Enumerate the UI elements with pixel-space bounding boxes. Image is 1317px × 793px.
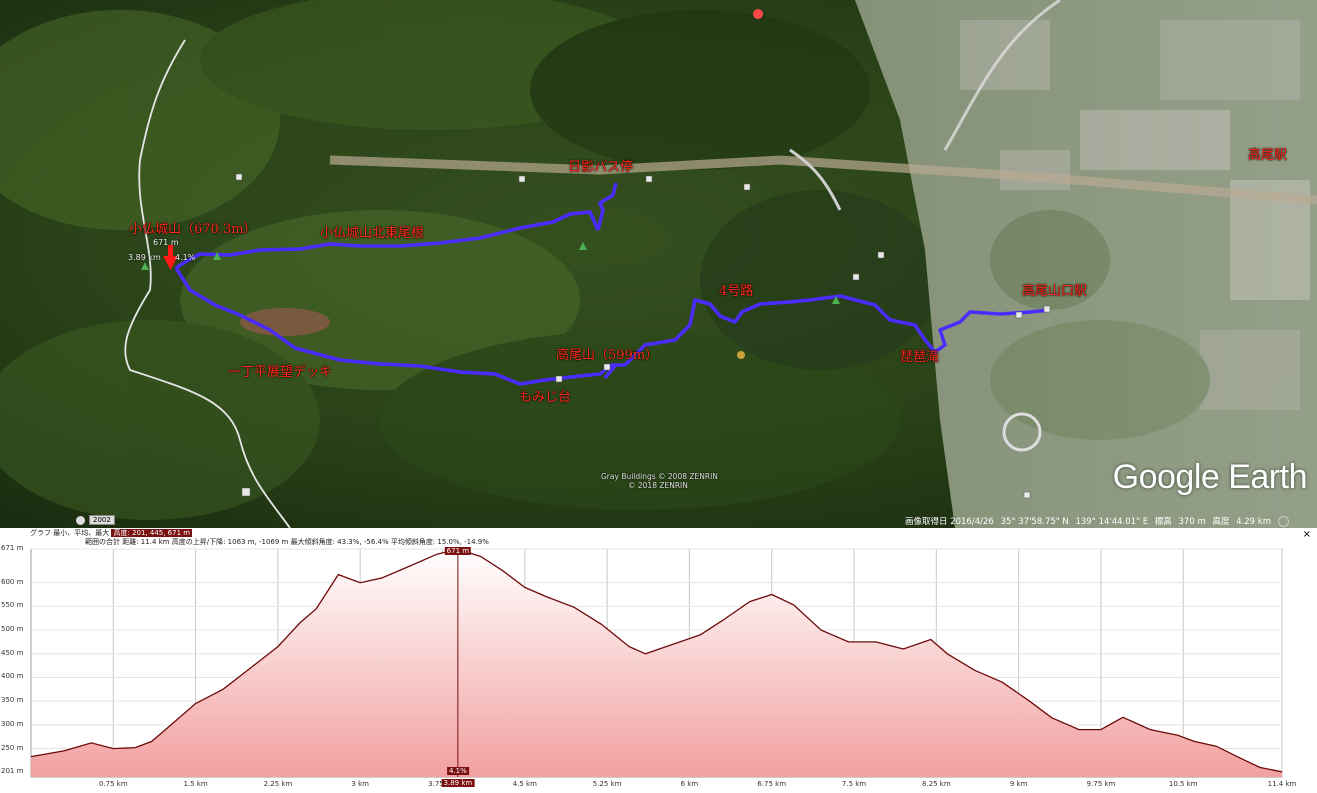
x-tick-label: 11.4 km <box>1267 780 1297 788</box>
x-tick-label: 10.5 km <box>1168 780 1198 788</box>
y-tick-label: 500 m <box>1 625 24 634</box>
eye-altitude-value: 4.29 km <box>1236 517 1271 527</box>
x-tick-label: 0.75 km <box>98 780 128 788</box>
marker-grade-badge: 4.1% <box>446 767 469 775</box>
elevation-profile-panel[interactable]: グラフ 最小、平均、最大 高度: 201, 445, 671 m 範囲の合計 距… <box>0 528 1317 793</box>
y-tick-label: 671 m <box>1 544 24 552</box>
marker-distance-badge: 3.89 km <box>441 779 475 787</box>
elevation-value: 370 m <box>1178 517 1206 527</box>
label-icchodaira: 一丁平展望デッキ <box>228 365 333 380</box>
label-takao-station: 高尾駅 <box>1248 148 1288 163</box>
label-bus-stop: 日影バス停 <box>568 160 634 175</box>
satellite-map-view[interactable]: 小仏城山（670.3m） 小仏城山北東尾根 日影バス停 高尾駅 高尾山口駅 4号… <box>0 0 1317 528</box>
y-tick-label: 550 m <box>1 601 24 610</box>
cursor-distance: 3.89 km <box>128 253 161 262</box>
profile-stats-prefix: グラフ 最小、平均、最大 <box>30 529 110 537</box>
cursor-elevation: 671 m <box>153 238 179 247</box>
close-profile-button[interactable]: × <box>1303 530 1311 540</box>
longitude: 139° 14'44.01" E <box>1075 517 1149 527</box>
temple-icon <box>737 351 745 359</box>
google-earth-logo: Google Earth <box>1112 458 1308 496</box>
x-tick-label: 2.25 km <box>263 780 293 788</box>
y-tick-label: 600 m <box>1 577 24 586</box>
x-tick-label: 6 km <box>680 780 699 788</box>
label-takaosanguchi-station: 高尾山口駅 <box>1022 284 1088 299</box>
profile-range-summary: 範囲の合計 距離: 11.4 km 高度の上昇/下降: 1063 m, -106… <box>85 538 489 546</box>
x-tick-label: 9 km <box>1009 780 1028 788</box>
label-takaosan: 高尾山（599m） <box>556 348 659 363</box>
profile-header: グラフ 最小、平均、最大 高度: 201, 445, 671 m 範囲の合計 距… <box>0 528 1317 547</box>
x-tick-label: 7.5 km <box>841 780 867 788</box>
label-momijidai: もみじ台 <box>519 390 572 405</box>
elevation-area <box>31 549 1282 777</box>
imagery-credits: Gray Buildings © 2008 ZENRIN © 2018 ZENR… <box>601 472 718 490</box>
label-route4: 4号路 <box>719 284 754 299</box>
x-tick-label: 5.25 km <box>592 780 622 788</box>
latitude: 35° 37'58.75" N <box>1000 517 1069 527</box>
x-tick-label: 4.5 km <box>512 780 537 788</box>
x-tick-label: 1.5 km <box>183 780 208 788</box>
red-poi-icon <box>753 9 763 19</box>
compass-icon[interactable] <box>1277 516 1289 527</box>
imagery-date: 画像取得日 2016/4/26 <box>905 517 994 527</box>
y-tick-label: 300 m <box>1 719 24 728</box>
y-tick-label: 450 m <box>1 648 24 657</box>
credit-line: © 2018 ZENRIN <box>628 481 688 490</box>
profile-elevation-stats: 高度: 201, 445, 671 m <box>111 529 193 537</box>
pegman-icon[interactable] <box>76 516 85 525</box>
elevation-label: 標高 <box>1154 517 1172 527</box>
y-tick-label: 201 m <box>1 766 24 775</box>
cursor-grade: 4.1% <box>175 253 196 262</box>
x-tick-label: 3 km <box>351 780 369 788</box>
map-canvas[interactable] <box>0 0 1317 528</box>
historical-imagery-year[interactable]: 2002 <box>89 515 115 525</box>
status-bar: 画像取得日 2016/4/26 35° 37'58.75" N 139° 14'… <box>905 515 1317 528</box>
x-tick-label: 6.75 km <box>757 780 787 788</box>
x-tick-label: 8.25 km <box>921 780 951 788</box>
label-kobotoke-summit: 小仏城山（670.3m） <box>129 222 257 237</box>
x-tick-label: 9.75 km <box>1086 780 1116 788</box>
y-tick-label: 350 m <box>1 696 24 705</box>
y-tick-label: 400 m <box>1 672 24 681</box>
credit-line: Gray Buildings © 2008 ZENRIN <box>601 472 718 481</box>
profile-stats-row: グラフ 最小、平均、最大 高度: 201, 445, 671 m <box>30 529 193 538</box>
y-tick-label: 250 m <box>1 743 24 752</box>
label-biwa-falls: 琵琶滝 <box>900 350 940 365</box>
profile-chart[interactable] <box>0 547 1317 793</box>
label-kobotoke-ridge: 小仏城山北東尾根 <box>320 226 425 241</box>
marker-elevation-badge: 671 m <box>444 547 472 555</box>
eye-altitude-label: 高度 <box>1212 517 1230 527</box>
